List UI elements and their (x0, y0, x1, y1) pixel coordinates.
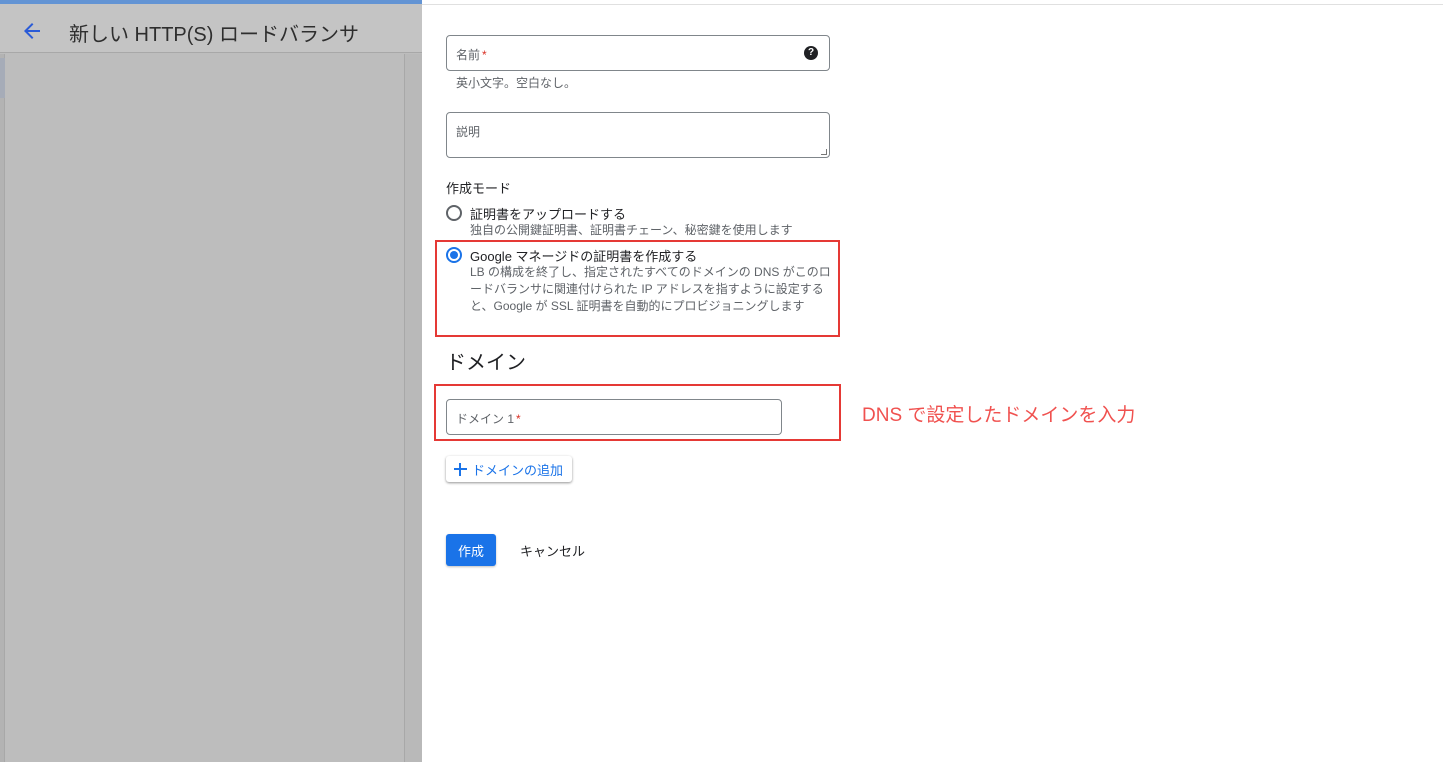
radio-upload-certificate-label[interactable]: 証明書をアップロードする (470, 204, 626, 223)
name-field-label: 名前 * (456, 48, 487, 62)
description-field[interactable]: 説明 (446, 112, 830, 158)
page-header: 新しい HTTP(S) ロードバランサ (0, 4, 422, 53)
certificate-panel: 名前 * ? 英小文字。空白なし。 説明 作成モード 証明書をアップロードする 独… (422, 0, 1443, 762)
create-button[interactable]: 作成 (446, 534, 496, 566)
cancel-button[interactable]: キャンセル (520, 541, 585, 560)
background-left-nav-item (0, 58, 5, 98)
page-title: 新しい HTTP(S) ロードバランサ (69, 24, 359, 46)
radio-upload-certificate-description: 独自の公開鍵証明書、証明書チェーン、秘密鍵を使用します (470, 223, 793, 237)
background-page (0, 0, 422, 762)
add-domain-button[interactable]: ドメインの追加 (446, 456, 573, 482)
background-left-nav (0, 54, 5, 762)
help-icon[interactable]: ? (804, 46, 818, 60)
add-domain-label: ドメインの追加 (472, 462, 564, 478)
creation-mode-label: 作成モード (446, 181, 512, 196)
highlight-google-managed (435, 240, 840, 337)
radio-upload-certificate[interactable] (446, 205, 462, 221)
name-field[interactable]: 名前 * ? (446, 35, 830, 71)
panel-top-divider (422, 4, 1443, 5)
highlight-domain-input (434, 384, 841, 441)
plus-icon (454, 462, 467, 476)
domain-annotation-note: DNS で設定したドメインを入力 (862, 405, 1136, 426)
resize-handle-icon[interactable] (821, 149, 827, 155)
name-hint: 英小文字。空白なし。 (456, 76, 577, 90)
back-arrow-icon[interactable] (20, 19, 44, 43)
domains-heading: ドメイン (446, 352, 526, 374)
background-column (405, 54, 422, 762)
description-field-label: 説明 (456, 125, 481, 139)
